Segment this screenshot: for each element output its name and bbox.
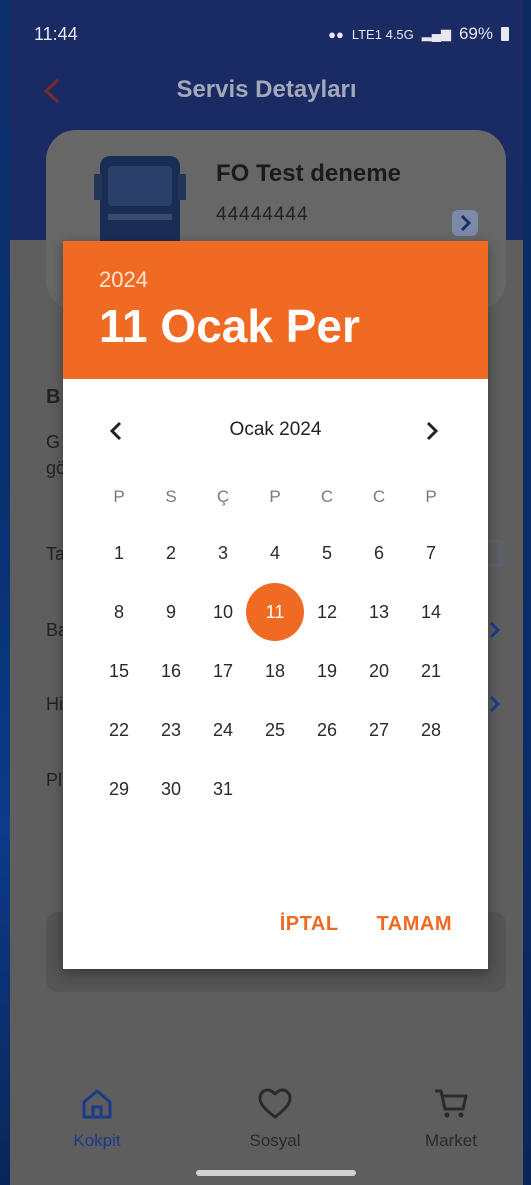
dialog-actions: İPTAL TAMAM <box>280 913 452 936</box>
calendar-day[interactable]: 14 <box>405 586 457 638</box>
page-title: Servis Detayları <box>176 76 357 103</box>
selected-year[interactable]: 2024 <box>99 267 148 293</box>
status-indicators: ●● LTE1 4.5G ▂▄▆ 69% <box>328 24 509 44</box>
ok-button[interactable]: TAMAM <box>377 913 452 936</box>
chevron-right-icon[interactable] <box>452 210 478 236</box>
weekday-label: P <box>113 487 125 506</box>
section-heading-fragment: B <box>46 386 61 408</box>
weekday-label: C <box>372 487 386 506</box>
calendar-day[interactable]: 17 <box>197 645 249 697</box>
status-bar: 11:44 ●● LTE1 4.5G ▂▄▆ 69% <box>10 0 523 64</box>
field-label-fragment: Hi <box>46 694 63 714</box>
wallpaper-edge-right <box>523 0 531 1185</box>
nav-item-market[interactable]: Market <box>396 1088 506 1151</box>
weekday-label: P <box>425 487 437 506</box>
month-navigation: Ocak 2024 <box>63 411 488 451</box>
calendar-day[interactable]: 28 <box>405 704 457 756</box>
nav-label-sosyal: Sosyal <box>249 1131 301 1150</box>
calendar-day[interactable]: 10 <box>197 586 249 638</box>
vehicle-plate: 44444444 <box>216 204 309 225</box>
signal-icon: ▂▄▆ <box>421 26 451 41</box>
calendar-day[interactable]: 20 <box>353 645 405 697</box>
field-label-fragment: Pl <box>46 770 63 790</box>
calendar-day[interactable]: 27 <box>353 704 405 756</box>
status-time: 11:44 <box>34 24 78 44</box>
calendar-day[interactable]: 15 <box>93 645 145 697</box>
cancel-button[interactable]: İPTAL <box>280 913 339 936</box>
date-picker-header: 2024 11 Ocak Per <box>63 241 488 379</box>
calendar-day[interactable]: 4 <box>249 527 301 579</box>
calendar-day[interactable]: 30 <box>145 763 197 815</box>
calendar-day[interactable]: 23 <box>145 704 197 756</box>
nav-label-market: Market <box>425 1131 477 1150</box>
weekday-label: P <box>269 487 281 506</box>
calendar-day[interactable]: 9 <box>145 586 197 638</box>
calendar-day[interactable]: 29 <box>93 763 145 815</box>
calendar-day[interactable]: 18 <box>249 645 301 697</box>
text-fragment: G <box>46 432 61 452</box>
weekday-label: S <box>165 487 177 506</box>
date-picker-dialog: 2024 11 Ocak Per Ocak 2024 P S Ç P C C P… <box>63 241 488 969</box>
selected-date: 11 Ocak Per <box>99 300 360 352</box>
alarm-icon: ●● <box>328 26 344 42</box>
calendar-icon[interactable] <box>486 540 502 566</box>
network-label: LTE1 4.5G <box>351 26 414 42</box>
calendar-day[interactable]: 26 <box>301 704 353 756</box>
calendar-day[interactable]: 16 <box>145 645 197 697</box>
calendar-day[interactable]: 2 <box>145 527 197 579</box>
battery-percent: 69% <box>458 24 493 43</box>
calendar-day[interactable]: 5 <box>301 527 353 579</box>
calendar-day[interactable]: 25 <box>249 704 301 756</box>
calendar-day[interactable]: 1 <box>93 527 145 579</box>
nav-item-kokpit[interactable]: Kokpit <box>42 1088 152 1151</box>
calendar-day[interactable]: 6 <box>353 527 405 579</box>
vehicle-name: FO Test deneme <box>216 160 401 187</box>
calendar-day[interactable]: 19 <box>301 645 353 697</box>
heart-icon <box>258 1088 292 1119</box>
chevron-right-icon[interactable] <box>488 694 502 714</box>
home-indicator[interactable] <box>196 1170 356 1176</box>
calendar-day-selected[interactable]: 11 <box>249 586 301 638</box>
chevron-right-icon[interactable] <box>488 620 502 640</box>
weekday-label: Ç <box>216 487 230 506</box>
nav-item-sosyal[interactable]: Sosyal <box>220 1088 330 1151</box>
calendar-day[interactable]: 3 <box>197 527 249 579</box>
calendar-day[interactable]: 12 <box>301 586 353 638</box>
battery-icon <box>501 27 509 41</box>
bottom-nav: Kokpit Sosyal Market <box>10 1070 523 1185</box>
calendar-day[interactable]: 7 <box>405 527 457 579</box>
calendar-day[interactable]: 24 <box>197 704 249 756</box>
cart-icon <box>435 1089 468 1118</box>
home-icon <box>82 1089 112 1119</box>
calendar-day[interactable]: 13 <box>353 586 405 638</box>
calendar-day[interactable]: 21 <box>405 645 457 697</box>
nav-label-kokpit: Kokpit <box>73 1131 121 1150</box>
calendar-day[interactable]: 31 <box>197 763 249 815</box>
calendar-day[interactable]: 8 <box>93 586 145 638</box>
chevron-right-icon[interactable] <box>419 419 443 443</box>
wallpaper-edge-left <box>0 0 10 1185</box>
weekday-label: C <box>320 487 334 506</box>
calendar-day[interactable]: 22 <box>93 704 145 756</box>
